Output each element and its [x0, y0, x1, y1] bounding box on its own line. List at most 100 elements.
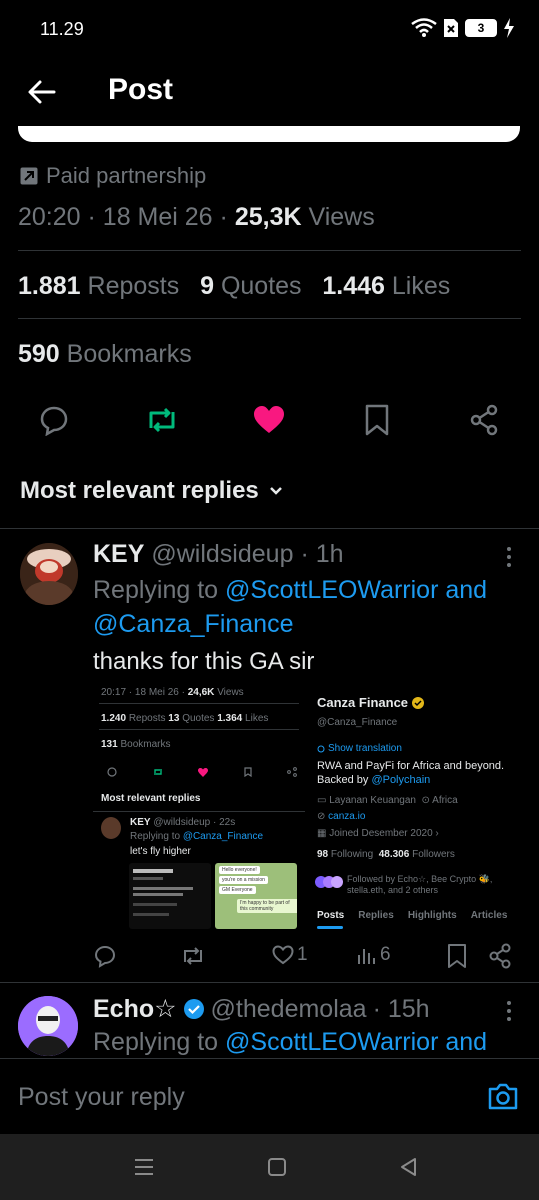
reply-views[interactable]: 6 — [357, 944, 391, 966]
embedded-likes-label: Likes — [245, 713, 269, 724]
verified-icon — [183, 999, 204, 1019]
placeholder-line — [133, 903, 177, 906]
followed-by-avatars — [315, 876, 343, 890]
quotes-label: Quotes — [220, 272, 302, 300]
embedded-reposts-label: Reposts — [128, 713, 166, 724]
more-options-icon[interactable] — [505, 545, 513, 569]
status-time: 11.29 — [40, 19, 84, 39]
quotes-count: 9 — [200, 272, 214, 300]
separator: · — [219, 203, 228, 231]
reposts-stat[interactable]: 1.881 Reposts — [18, 272, 179, 300]
mention-link[interactable]: @ScottLEOWarrior and — [225, 576, 487, 604]
embedded-most-relevant: Most relevant replies — [101, 793, 201, 804]
home-icon[interactable] — [268, 1158, 286, 1176]
like-icon[interactable] — [253, 406, 285, 434]
share-icon[interactable] — [469, 404, 499, 436]
followed-by-line: Followed by Echo☆, Bee Crypto 🐝, — [347, 874, 493, 884]
reply-media-right[interactable]: Canza Finance @Canza_Finance Show transl… — [307, 683, 522, 931]
chat-bubble: I'm happy to be part of this community — [237, 899, 297, 913]
replying-prefix: Replying to — [93, 576, 219, 604]
menu-icon[interactable] — [134, 1158, 154, 1176]
views-count: 6 — [380, 944, 391, 965]
followed-by: Followed by Echo☆, Bee Crypto 🐝, stella.… — [347, 874, 492, 896]
profile-joined: ▦ Joined Desember 2020 › — [317, 828, 439, 839]
joined-label: Joined Desember 2020 — [329, 828, 433, 839]
profile-bio: RWA and PayFi for Africa and beyond. Bac… — [317, 759, 517, 787]
repost-icon[interactable] — [145, 404, 179, 436]
divider — [0, 528, 539, 529]
profile-link: ⊘ canza.io — [317, 811, 366, 822]
bookmarks-stat[interactable]: 590 Bookmarks — [18, 340, 192, 369]
mention-link[interactable]: @ScottLEOWarrior and — [225, 1028, 487, 1056]
show-translation-label: Show translation — [328, 743, 402, 754]
profile-follow-stats: 98 Following 48.306 Followers — [317, 849, 455, 860]
chevron-down-icon — [269, 487, 282, 495]
avatar[interactable] — [20, 543, 78, 605]
embedded-meta-text: 20:17 · 18 Mei 26 · — [101, 687, 185, 698]
chat-bubble: you're on a mission — [219, 876, 268, 884]
active-tab-indicator — [317, 926, 343, 929]
verified-gold-icon — [412, 696, 425, 709]
avatar-image — [20, 543, 78, 605]
reply-author-name[interactable]: KEY — [93, 540, 144, 568]
bookmark-icon[interactable] — [364, 404, 390, 436]
reply-header: KEY @wildsideup · 1h — [93, 540, 344, 569]
embedded-actions — [107, 767, 297, 777]
placeholder-line — [133, 893, 183, 896]
reply-author-name[interactable]: Echo☆ — [93, 994, 177, 1024]
replying-prefix: Replying to — [93, 1028, 219, 1056]
replies-filter[interactable]: Most relevant replies — [20, 477, 283, 505]
reply-like[interactable]: 1 — [272, 944, 308, 966]
divider — [93, 811, 305, 812]
bookmarks-label: Bookmarks — [66, 340, 192, 368]
avatar — [331, 876, 343, 888]
embedded-bookmarks-label: Bookmarks — [120, 739, 171, 750]
avatar-image — [18, 996, 78, 1056]
avatar[interactable] — [18, 996, 78, 1056]
divider — [18, 318, 521, 319]
embedded-meta: 20:17 · 18 Mei 26 · 24,6K Views — [101, 687, 244, 698]
likes-stat[interactable]: 1.446 Likes — [322, 272, 450, 300]
reply-author-handle[interactable]: @thedemolaa — [211, 995, 367, 1024]
reply-author-handle[interactable]: @wildsideup — [151, 540, 293, 568]
battery-level: 3 — [477, 21, 485, 35]
embedded-bookmarks: 131 Bookmarks — [101, 739, 170, 750]
camera-icon[interactable] — [487, 1081, 519, 1111]
reply-icon[interactable] — [38, 404, 70, 436]
translate-icon — [317, 745, 325, 752]
replies-filter-label: Most relevant replies — [20, 477, 259, 504]
embedded-reposts: 1.240 — [101, 713, 127, 724]
back-arrow-icon[interactable] — [26, 76, 58, 108]
more-options-icon[interactable] — [505, 999, 513, 1023]
bookmark-icon[interactable] — [447, 943, 467, 969]
embedded-reply-handle: @wildsideup · 22s — [153, 817, 236, 828]
repost-icon[interactable] — [180, 944, 206, 968]
bio-mention: @Polychain — [371, 774, 431, 786]
status-icons: 3 — [411, 18, 515, 38]
reply-composer: Post your reply — [0, 1058, 539, 1134]
paid-partnership-label: Paid partnership — [46, 163, 207, 188]
paid-partnership: Paid partnership — [20, 163, 206, 189]
divider — [0, 982, 539, 983]
divider — [99, 703, 299, 704]
quotes-stat[interactable]: 9 Quotes — [200, 272, 301, 300]
reply-input[interactable]: Post your reply — [18, 1083, 185, 1112]
paid-partnership-icon — [20, 167, 38, 185]
placeholder-line — [133, 869, 173, 873]
likes-count: 1.446 — [322, 272, 385, 300]
embedded-views-label: Views — [217, 687, 244, 698]
repost-icon — [153, 769, 162, 775]
reply-media-left[interactable]: 20:17 · 18 Mei 26 · 24,6K Views 1.240 Re… — [93, 683, 305, 931]
share-icon[interactable] — [488, 943, 512, 969]
embedded-mention: @Canza_Finance — [182, 831, 264, 842]
following-count: 98 — [317, 849, 329, 860]
bio-line: Backed by — [317, 774, 369, 786]
mention-link[interactable]: @Canza_Finance — [93, 610, 294, 638]
tab-articles: Articles — [470, 910, 508, 921]
chat-bubble: Hello everyone! — [219, 866, 260, 874]
reply-icon[interactable] — [93, 944, 117, 968]
back-triangle-icon[interactable] — [399, 1157, 417, 1177]
embedded-profile-thumb — [129, 863, 211, 929]
post-timestamp: 20:20 · 18 Mei 26 · 25,3K Views — [18, 203, 375, 232]
embedded-bookmarks-count: 131 — [101, 739, 118, 750]
